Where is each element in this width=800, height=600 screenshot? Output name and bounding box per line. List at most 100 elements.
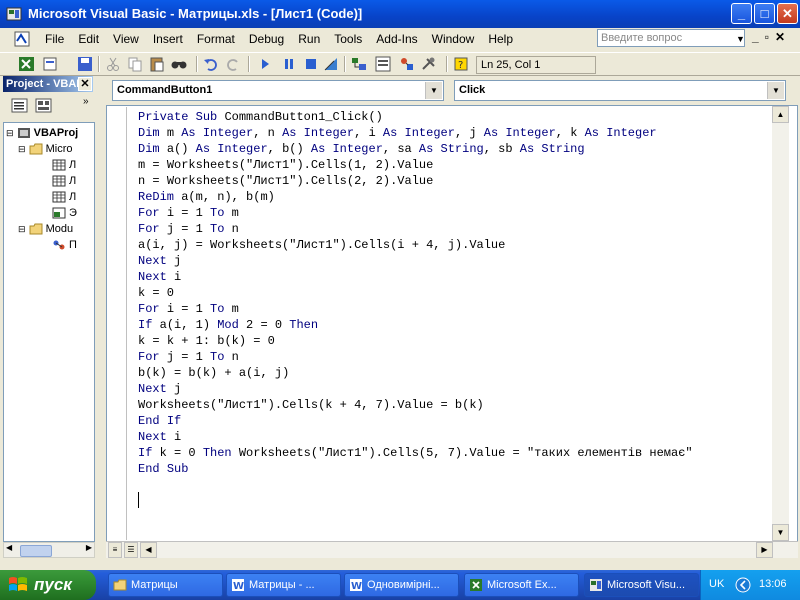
help-question-input[interactable]: Введите вопрос: [597, 29, 745, 47]
code-line[interactable]: b(k) = b(k) + a(i, j): [138, 365, 693, 381]
project-scroll-thumb[interactable]: [20, 545, 52, 557]
help-dropdown-icon[interactable]: ▼: [736, 34, 745, 44]
code-line[interactable]: For i = 1 To m: [138, 205, 693, 221]
code-vertical-scrollbar[interactable]: ▲ ▼: [772, 106, 789, 541]
code-line[interactable]: For j = 1 To n: [138, 221, 693, 237]
procedure-view-icon[interactable]: ≡: [108, 542, 122, 558]
code-line[interactable]: Next i: [138, 269, 693, 285]
menu-run[interactable]: Run: [291, 31, 327, 47]
tree-item-sheet1[interactable]: Л: [52, 157, 76, 173]
code-margin[interactable]: [108, 107, 127, 540]
mdi-close-button[interactable]: ✕: [775, 30, 785, 44]
code-editor[interactable]: Private Sub CommandButton1_Click() Dim m …: [106, 105, 798, 542]
find-icon[interactable]: [170, 55, 188, 73]
object-browser-icon[interactable]: [398, 55, 416, 73]
paste-icon[interactable]: [148, 55, 166, 73]
redo-icon[interactable]: [224, 55, 242, 73]
code-text[interactable]: Private Sub CommandButton1_Click() Dim m …: [138, 109, 693, 477]
code-line[interactable]: Dim a() As Integer, b() As Integer, sa A…: [138, 141, 693, 157]
properties-window-icon[interactable]: [374, 55, 392, 73]
task-matrices-folder[interactable]: Матрицы: [108, 573, 223, 597]
code-line[interactable]: If k = 0 Then Worksheets("Лист1").Cells(…: [138, 445, 693, 461]
tree-item-microsoft-objects[interactable]: ⊟ Micro: [18, 141, 73, 157]
code-line[interactable]: End If: [138, 413, 693, 429]
scroll-up-icon[interactable]: ▲: [772, 106, 789, 123]
maximize-button[interactable]: □: [754, 3, 775, 24]
tree-item-sheet3[interactable]: Л: [52, 189, 76, 205]
menu-edit[interactable]: Edit: [71, 31, 106, 47]
insert-userform-icon[interactable]: [42, 55, 60, 73]
mdi-minimize-button[interactable]: _: [752, 30, 759, 44]
code-line[interactable]: Dim m As Integer, n As Integer, i As Int…: [138, 125, 693, 141]
code-window-icon[interactable]: [14, 31, 30, 47]
tree-item-modules[interactable]: ⊟ Modu: [18, 221, 73, 237]
code-horizontal-scrollbar[interactable]: ≡ ☰ ◀ ▶: [106, 541, 798, 558]
menu-file[interactable]: File: [38, 31, 71, 47]
excel-view-icon[interactable]: [18, 55, 36, 73]
procedure-combo-dropdown-icon[interactable]: ▼: [767, 82, 784, 99]
tree-item-sheet2[interactable]: Л: [52, 173, 76, 189]
menu-debug[interactable]: Debug: [242, 31, 291, 47]
project-horizontal-scrollbar[interactable]: ◀ ▶: [3, 542, 95, 558]
code-line[interactable]: Worksheets("Лист1").Cells(k + 4, 7).Valu…: [138, 397, 693, 413]
code-line[interactable]: ReDim a(m, n), b(m): [138, 189, 693, 205]
menu-add-ins[interactable]: Add-Ins: [369, 31, 424, 47]
code-line[interactable]: m = Worksheets("Лист1").Cells(1, 2).Valu…: [138, 157, 693, 173]
design-mode-icon[interactable]: [322, 55, 340, 73]
scroll-down-icon[interactable]: ▼: [772, 524, 789, 541]
code-line[interactable]: If a(i, 1) Mod 2 = 0 Then: [138, 317, 693, 333]
code-line[interactable]: Private Sub CommandButton1_Click(): [138, 109, 693, 125]
project-explorer-icon[interactable]: [350, 55, 368, 73]
toolbox-icon[interactable]: [420, 55, 438, 73]
scroll-left-icon[interactable]: ◀: [6, 543, 12, 552]
code-line[interactable]: Next j: [138, 253, 693, 269]
tray-arrow-icon[interactable]: [735, 577, 751, 593]
code-line[interactable]: End Sub: [138, 461, 693, 477]
code-line[interactable]: n = Worksheets("Лист1").Cells(2, 2).Valu…: [138, 173, 693, 189]
scroll-left-icon[interactable]: ◀: [140, 542, 157, 558]
code-line[interactable]: a(i, j) = Worksheets("Лист1").Cells(i + …: [138, 237, 693, 253]
break-icon[interactable]: [280, 55, 298, 73]
code-line[interactable]: k = k + 1: b(k) = 0: [138, 333, 693, 349]
menu-format[interactable]: Format: [190, 31, 242, 47]
menu-insert[interactable]: Insert: [146, 31, 190, 47]
view-object-icon[interactable]: [35, 98, 53, 114]
code-line[interactable]: Next i: [138, 429, 693, 445]
menu-tools[interactable]: Tools: [327, 31, 369, 47]
undo-icon[interactable]: [202, 55, 220, 73]
object-combo[interactable]: CommandButton1 ▼: [112, 80, 444, 101]
close-button[interactable]: ✕: [777, 3, 798, 24]
menu-view[interactable]: View: [106, 31, 146, 47]
code-line[interactable]: For j = 1 To n: [138, 349, 693, 365]
task-matrices-word[interactable]: W Матрицы - ...: [226, 573, 341, 597]
panel-more-icon[interactable]: »: [83, 96, 89, 107]
task-microsoft-excel[interactable]: Microsoft Ex...: [464, 573, 579, 597]
start-button[interactable]: пуск: [0, 570, 96, 600]
tree-item-vbaproject[interactable]: ⊟ VBAProj: [6, 125, 78, 141]
minimize-button[interactable]: _: [731, 3, 752, 24]
menu-window[interactable]: Window: [425, 31, 482, 47]
code-line[interactable]: Next j: [138, 381, 693, 397]
menu-help[interactable]: Help: [481, 31, 520, 47]
view-code-icon[interactable]: [11, 98, 29, 114]
help-icon[interactable]: ?: [452, 55, 470, 73]
full-module-view-icon[interactable]: ☰: [124, 542, 138, 558]
save-icon[interactable]: [76, 55, 94, 73]
project-panel-close-button[interactable]: ✕: [78, 77, 92, 91]
mdi-restore-button[interactable]: ▫: [765, 30, 769, 44]
object-combo-dropdown-icon[interactable]: ▼: [425, 82, 442, 99]
reset-icon[interactable]: [302, 55, 320, 73]
run-icon[interactable]: [256, 55, 274, 73]
procedure-combo[interactable]: Click ▼: [454, 80, 786, 101]
task-microsoft-visual-basic[interactable]: Microsoft Visu...: [584, 573, 699, 597]
cut-icon[interactable]: [104, 55, 122, 73]
code-line[interactable]: For i = 1 To m: [138, 301, 693, 317]
scroll-right-icon[interactable]: ▶: [86, 543, 92, 552]
language-indicator[interactable]: UK: [709, 578, 724, 590]
copy-icon[interactable]: [126, 55, 144, 73]
scroll-right-icon[interactable]: ▶: [756, 542, 773, 558]
code-line[interactable]: k = 0: [138, 285, 693, 301]
tree-item-module1[interactable]: П: [52, 237, 77, 253]
task-odnovymirni-word[interactable]: W Одновимірні...: [344, 573, 459, 597]
tree-item-thisworkbook[interactable]: Э: [52, 205, 77, 221]
